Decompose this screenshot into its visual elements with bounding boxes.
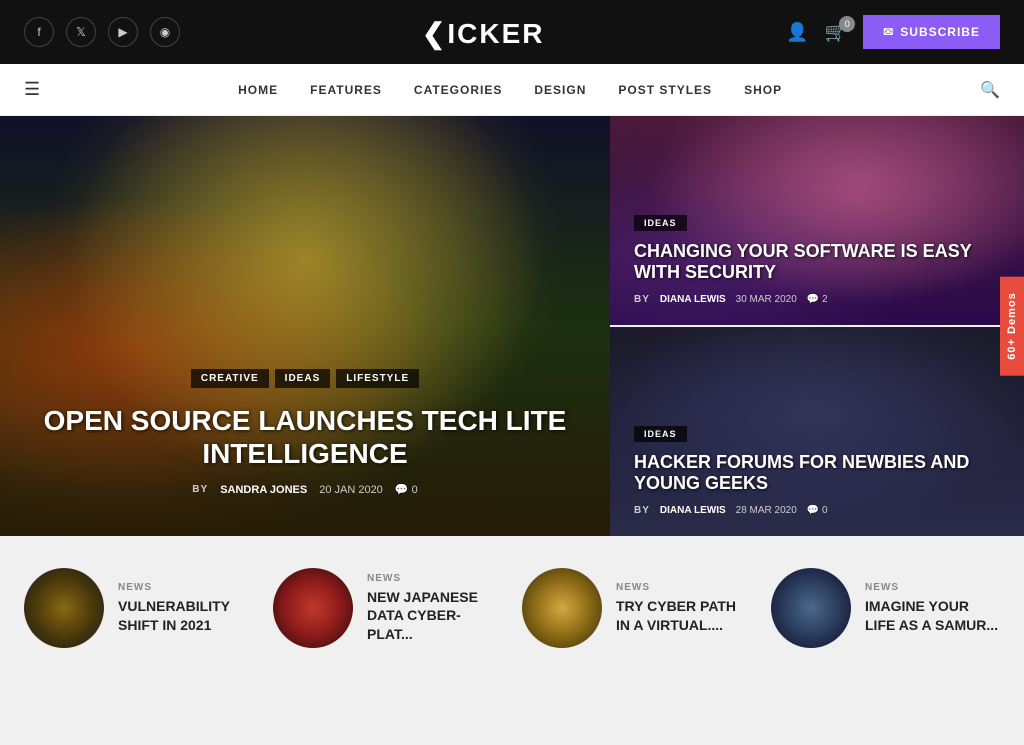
hero-tags: CREATIVE IDEAS LIFESTYLE	[0, 369, 610, 388]
side-bottom-title: HACKER FORUMS FOR NEWBIES AND YOUNG GEEK…	[634, 452, 1000, 495]
bottom-card-title-3: TRY CYBER PATH IN A VIRTUAL....	[616, 597, 751, 633]
bottom-card-4[interactable]: NEWS IMAGINE YOUR LIFE AS A SAMUR...	[771, 568, 1000, 648]
nav-item-post-styles[interactable]: POST STYLES	[618, 83, 712, 97]
nav-item-features[interactable]: FEATURES	[310, 83, 382, 97]
bottom-card-img-4	[771, 568, 851, 648]
side-top-meta: BY DIANA LEWIS 30 MAR 2020 💬 2	[634, 294, 1000, 305]
side-top-title: CHANGING YOUR SOFTWARE IS EASY WITH SECU…	[634, 241, 1000, 284]
side-bottom-author[interactable]: DIANA LEWIS	[660, 505, 726, 516]
bottom-card-img-2	[273, 568, 353, 648]
search-icon[interactable]: 🔍	[980, 80, 1000, 100]
hero-main-meta: BY SANDRA JONES 20 JAN 2020 💬 0	[0, 483, 610, 496]
bottom-section: NEWS VULNERABILITY SHIFT IN 2021 NEWS NE…	[0, 536, 1024, 680]
top-actions: 👤 🛒0 SUBSCRIBE	[786, 15, 1000, 49]
bottom-card-img-3	[522, 568, 602, 648]
bottom-card-text-2: NEWS NEW JAPANESE DATA CYBER-PLAT...	[367, 573, 502, 643]
hamburger-icon[interactable]: ☰	[24, 79, 40, 100]
social-links: f 𝕏 ▶ ◉	[24, 17, 180, 47]
youtube-icon[interactable]: ▶	[108, 17, 138, 47]
side-top-tag[interactable]: IDEAS	[634, 215, 687, 231]
side-bottom-comments: 💬 0	[807, 505, 828, 516]
top-bar: f 𝕏 ▶ ◉ ❮ICKER 👤 🛒0 SUBSCRIBE	[0, 0, 1024, 64]
hero-date: 20 JAN 2020	[319, 484, 383, 496]
hero-by-label: BY	[192, 484, 208, 495]
bottom-card-title-1: VULNERABILITY SHIFT IN 2021	[118, 597, 253, 633]
side-top-author[interactable]: DIANA LEWIS	[660, 294, 726, 305]
hero-comments: 💬 0	[395, 483, 418, 496]
side-bottom-tag[interactable]: IDEAS	[634, 426, 687, 442]
side-top-content: IDEAS CHANGING YOUR SOFTWARE IS EASY WIT…	[610, 213, 1024, 305]
bottom-card-1[interactable]: NEWS VULNERABILITY SHIFT IN 2021	[24, 568, 253, 648]
hero-side: IDEAS CHANGING YOUR SOFTWARE IS EASY WIT…	[610, 116, 1024, 536]
user-icon[interactable]: 👤	[786, 22, 808, 43]
side-top-comments: 💬 2	[807, 294, 828, 305]
nav-menu: HOME FEATURES CATEGORIES DESIGN POST STY…	[238, 83, 782, 97]
nav-bar: ☰ HOME FEATURES CATEGORIES DESIGN POST S…	[0, 64, 1024, 116]
site-logo[interactable]: ❮ICKER	[422, 14, 545, 51]
hero-section: CREATIVE IDEAS LIFESTYLE OPEN SOURCE LAU…	[0, 116, 1024, 536]
bottom-card-title-2: NEW JAPANESE DATA CYBER-PLAT...	[367, 588, 502, 643]
tag-ideas[interactable]: IDEAS	[275, 369, 331, 388]
bottom-card-category-4: NEWS	[865, 582, 1000, 593]
nav-item-design[interactable]: DESIGN	[534, 83, 586, 97]
twitter-icon[interactable]: 𝕏	[66, 17, 96, 47]
hero-main-content: CREATIVE IDEAS LIFESTYLE OPEN SOURCE LAU…	[0, 369, 610, 496]
side-top-by: BY	[634, 294, 650, 305]
side-bottom-content: IDEAS HACKER FORUMS FOR NEWBIES AND YOUN…	[610, 424, 1024, 516]
tag-lifestyle[interactable]: LIFESTYLE	[336, 369, 419, 388]
bottom-card-category-2: NEWS	[367, 573, 502, 584]
cart-badge: 0	[839, 16, 855, 32]
tag-creative[interactable]: CREATIVE	[191, 369, 269, 388]
nav-item-shop[interactable]: SHOP	[744, 83, 782, 97]
side-top-date: 30 MAR 2020	[736, 294, 797, 305]
subscribe-button[interactable]: SUBSCRIBE	[863, 15, 1000, 49]
demos-tab[interactable]: 60+ Demos	[1000, 276, 1024, 375]
bottom-card-3[interactable]: NEWS TRY CYBER PATH IN A VIRTUAL....	[522, 568, 751, 648]
bottom-card-text-1: NEWS VULNERABILITY SHIFT IN 2021	[118, 582, 253, 633]
side-bottom-by: BY	[634, 505, 650, 516]
instagram-icon[interactable]: ◉	[150, 17, 180, 47]
cart-icon[interactable]: 🛒0	[825, 22, 847, 43]
nav-item-home[interactable]: HOME	[238, 83, 278, 97]
hero-main-title: OPEN SOURCE LAUNCHES TECH LITE INTELLIGE…	[0, 404, 610, 471]
side-bottom-date: 28 MAR 2020	[736, 505, 797, 516]
hero-author[interactable]: SANDRA JONES	[220, 484, 307, 496]
bottom-card-category-3: NEWS	[616, 582, 751, 593]
bottom-card-text-3: NEWS TRY CYBER PATH IN A VIRTUAL....	[616, 582, 751, 633]
hero-side-top[interactable]: IDEAS CHANGING YOUR SOFTWARE IS EASY WIT…	[610, 116, 1024, 327]
hero-side-bottom[interactable]: IDEAS HACKER FORUMS FOR NEWBIES AND YOUN…	[610, 327, 1024, 536]
facebook-icon[interactable]: f	[24, 17, 54, 47]
nav-item-categories[interactable]: CATEGORIES	[414, 83, 502, 97]
side-bottom-meta: BY DIANA LEWIS 28 MAR 2020 💬 0	[634, 505, 1000, 516]
hero-main[interactable]: CREATIVE IDEAS LIFESTYLE OPEN SOURCE LAU…	[0, 116, 610, 536]
bottom-card-img-1	[24, 568, 104, 648]
bottom-card-text-4: NEWS IMAGINE YOUR LIFE AS A SAMUR...	[865, 582, 1000, 633]
bottom-card-title-4: IMAGINE YOUR LIFE AS A SAMUR...	[865, 597, 1000, 633]
bottom-card-2[interactable]: NEWS NEW JAPANESE DATA CYBER-PLAT...	[273, 568, 502, 648]
bottom-card-category-1: NEWS	[118, 582, 253, 593]
